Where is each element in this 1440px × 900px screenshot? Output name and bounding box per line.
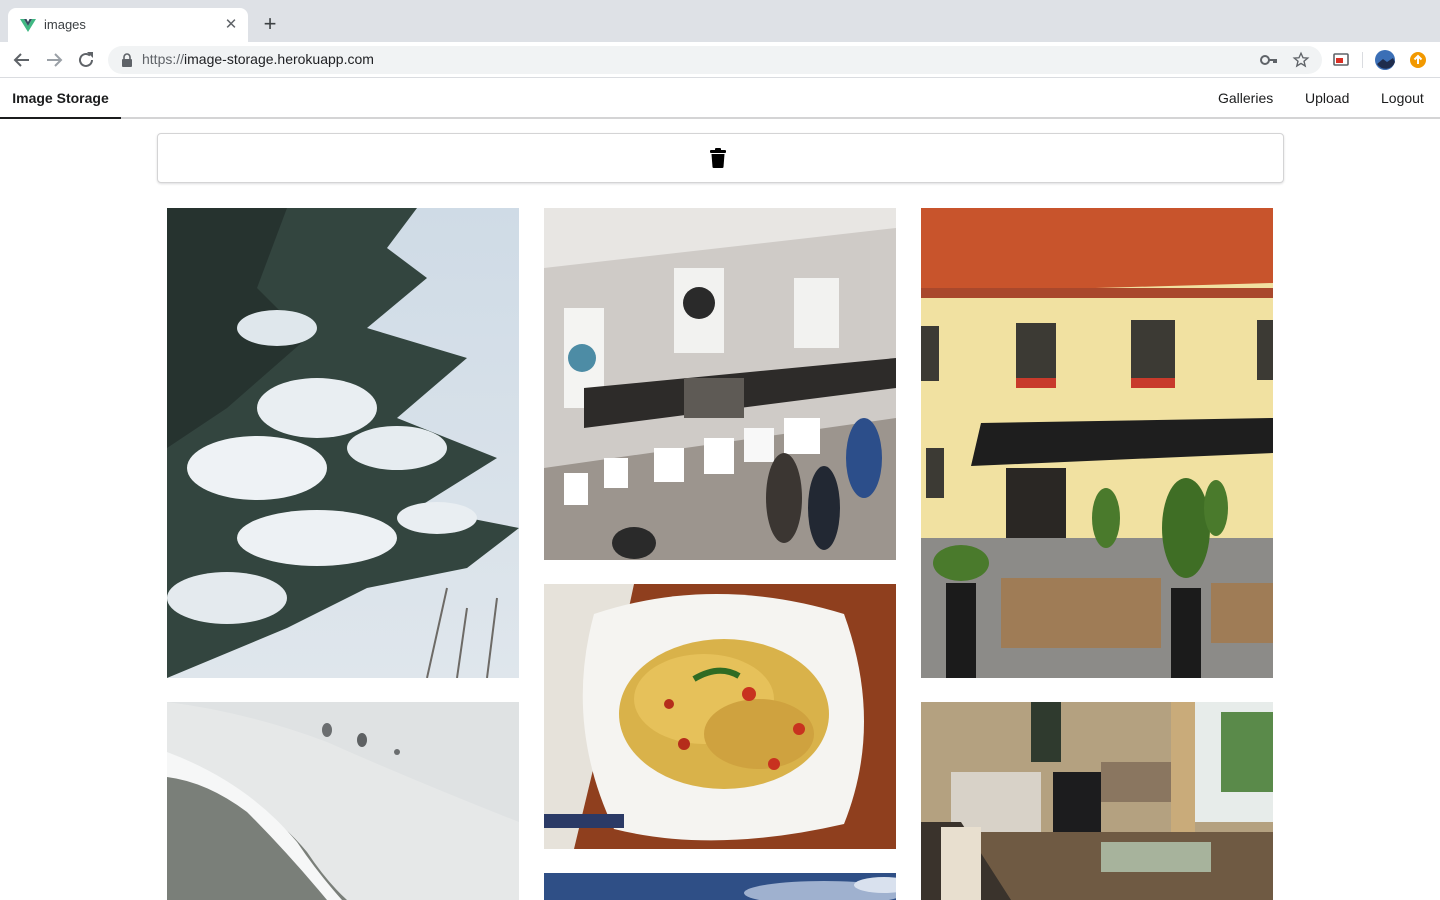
reload-icon[interactable]	[74, 48, 98, 72]
gallery-image[interactable]	[544, 873, 896, 900]
snowy-pine-image	[167, 208, 519, 678]
bookmark-star-icon[interactable]	[1292, 51, 1310, 69]
toolbar-divider	[1362, 52, 1363, 68]
url-text: https://image-storage.herokuapp.com	[142, 51, 374, 67]
menu-item-galleries[interactable]: Galleries	[1218, 79, 1273, 117]
gallery-image[interactable]	[921, 208, 1273, 678]
delete-bar[interactable]	[157, 133, 1284, 183]
browser-tab[interactable]: images ✕	[8, 8, 248, 42]
terrace-building-image	[921, 208, 1273, 678]
close-tab-icon[interactable]: ✕	[222, 16, 240, 34]
back-arrow-icon[interactable]	[10, 48, 34, 72]
menu-item-logout[interactable]: Logout	[1381, 79, 1424, 117]
update-icon[interactable]	[1408, 50, 1428, 70]
pasta-plate-image	[544, 584, 896, 849]
living-room-image	[921, 702, 1273, 900]
new-tab-icon[interactable]: +	[258, 13, 282, 37]
gallery-image[interactable]	[167, 702, 519, 900]
tab-title: images	[44, 17, 86, 32]
browser-tabstrip: images ✕ +	[0, 0, 1440, 42]
url-host: image-storage.herokuapp.com	[184, 51, 374, 67]
vue-logo-icon	[20, 19, 36, 32]
cafe-counter-image	[544, 208, 896, 560]
trash-icon[interactable]	[709, 148, 727, 168]
address-bar[interactable]: https://image-storage.herokuapp.com	[108, 46, 1322, 74]
gallery-image[interactable]	[544, 584, 896, 849]
gallery-image[interactable]	[544, 208, 896, 560]
sky-image	[544, 873, 896, 900]
url-scheme: https://	[142, 51, 185, 67]
cast-icon[interactable]	[1331, 50, 1351, 70]
menu-item-upload[interactable]: Upload	[1305, 79, 1349, 117]
app-menu: Image Storage Galleries Upload Logout	[0, 79, 1440, 119]
gallery-image[interactable]	[167, 208, 519, 678]
browser-toolbar: https://image-storage.herokuapp.com	[0, 42, 1440, 78]
gallery-image[interactable]	[921, 702, 1273, 900]
brand-link[interactable]: Image Storage	[0, 79, 121, 119]
forward-arrow-icon[interactable]	[42, 48, 66, 72]
profile-avatar[interactable]	[1375, 50, 1395, 70]
icy-shore-image	[167, 702, 519, 900]
key-icon[interactable]	[1260, 52, 1278, 68]
lock-icon	[122, 53, 132, 67]
